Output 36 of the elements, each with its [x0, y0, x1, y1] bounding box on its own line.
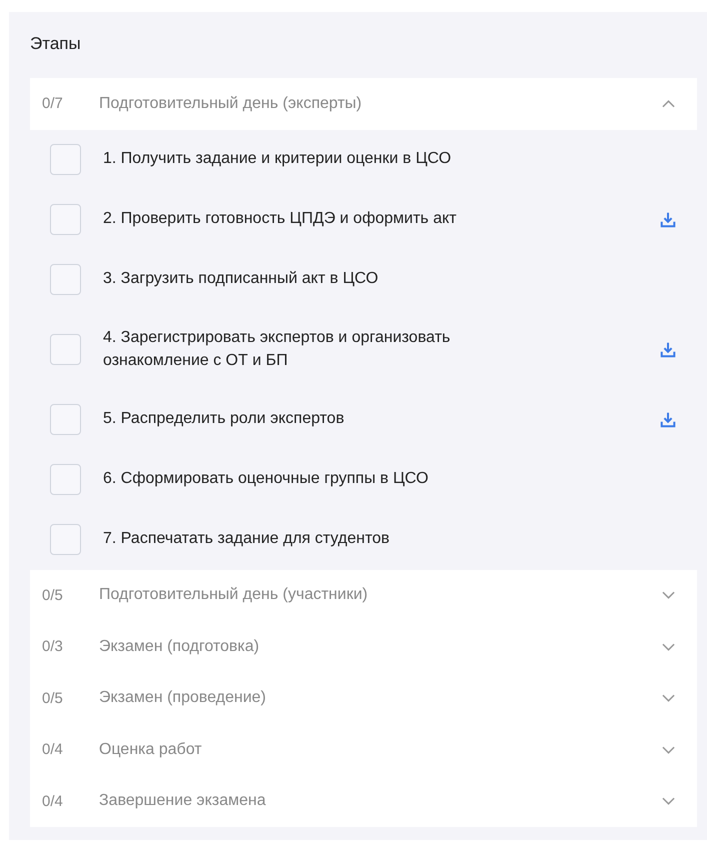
stage-counter: 0/4 [42, 792, 64, 810]
task-label: 1. Получить задание и критерии оценки в ЦСО [103, 149, 452, 170]
stage-title[interactable]: Экзамен (проведение) [99, 689, 662, 708]
task-label: 2. Проверить готовность ЦПДЭ и оформить акт [103, 209, 458, 230]
download-icon[interactable] [659, 410, 677, 428]
stage-counter: 0/4 [42, 741, 64, 758]
expand-chevron-icon[interactable] [662, 797, 675, 806]
stage-title[interactable]: Экзамен (подготовка) [99, 638, 662, 656]
checkbox[interactable] [50, 144, 81, 175]
stage-counter: 0/5 [42, 586, 64, 604]
checkbox[interactable] [50, 204, 81, 235]
task-label: 6. Сформировать оценочные группы в ЦСО [103, 469, 430, 490]
task-label: 5. Распределить роли экспертов [103, 409, 346, 430]
stage-counter: 0/5 [42, 690, 64, 707]
panel-title: Этапы [30, 34, 82, 55]
stage-title[interactable]: Оценка работ [99, 740, 662, 759]
checkbox[interactable] [50, 524, 81, 555]
stage-title[interactable]: Завершение экзамена [99, 792, 662, 810]
checkbox[interactable] [50, 404, 81, 435]
expand-chevron-icon[interactable] [662, 642, 675, 651]
stage-counter: 0/7 [42, 95, 64, 112]
expand-chevron-icon[interactable] [662, 591, 675, 600]
expand-chevron-icon[interactable] [662, 694, 675, 702]
stage-title[interactable]: Подготовительный день (участники) [99, 586, 662, 604]
stage-title[interactable]: Подготовительный день (эксперты) [99, 94, 662, 113]
download-icon[interactable] [659, 340, 677, 358]
task-label: 7. Распечатать задание для студентов [103, 529, 391, 550]
checkbox[interactable] [50, 264, 81, 295]
download-icon[interactable] [659, 210, 677, 228]
task-label: 4. Зарегистрировать экспертов и организовать ознакомление с ОТ и БП [103, 328, 452, 370]
task-label: 3. Загрузить подписанный акт в ЦСО [103, 269, 380, 290]
expand-chevron-icon[interactable] [662, 746, 675, 754]
checkbox[interactable] [50, 334, 81, 365]
collapse-chevron-icon[interactable] [662, 100, 675, 108]
stage-counter: 0/3 [42, 638, 64, 656]
checkbox[interactable] [50, 464, 81, 495]
